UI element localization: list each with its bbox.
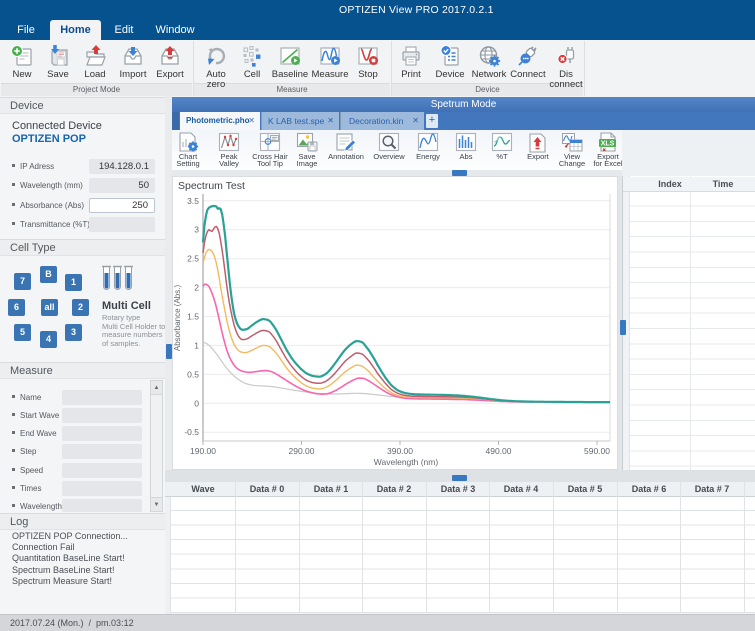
svg-text:390.00: 390.00 — [387, 446, 413, 456]
svg-text:590.00: 590.00 — [584, 446, 610, 456]
svg-text:190.00: 190.00 — [190, 446, 216, 456]
svg-text:1.5: 1.5 — [187, 312, 199, 322]
svg-text:Spectrum Test: Spectrum Test — [178, 180, 245, 192]
svg-text:-0.5: -0.5 — [184, 427, 199, 437]
svg-text:490.00: 490.00 — [486, 446, 512, 456]
svg-text:290.00: 290.00 — [289, 446, 315, 456]
svg-text:2.5: 2.5 — [187, 254, 199, 264]
svg-text:Wavelength (nm): Wavelength (nm) — [374, 457, 439, 467]
svg-text:1: 1 — [194, 340, 199, 350]
svg-text:0: 0 — [194, 398, 199, 408]
svg-text:3: 3 — [194, 225, 199, 235]
svg-text:0.5: 0.5 — [187, 369, 199, 379]
svg-text:2: 2 — [194, 283, 199, 293]
svg-text:3.5: 3.5 — [187, 196, 199, 206]
svg-text:Absorbance (Abs.): Absorbance (Abs.) — [173, 285, 182, 352]
svg-text:XLS: XLS — [601, 140, 615, 147]
